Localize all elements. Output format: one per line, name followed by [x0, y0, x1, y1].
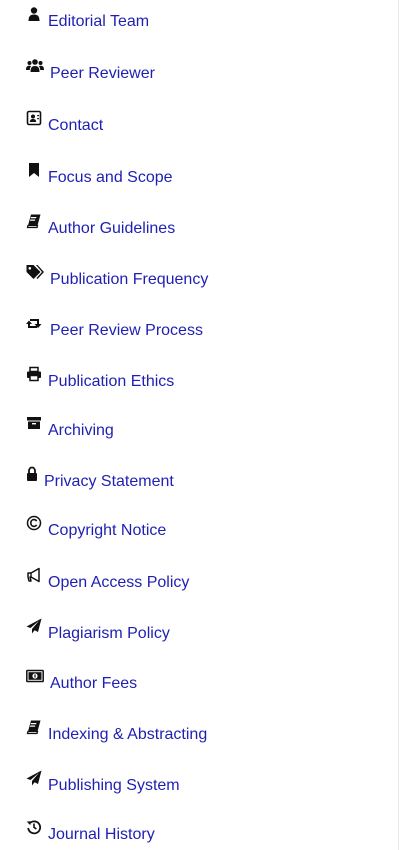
print-icon: [26, 366, 42, 382]
sidebar-divider: [398, 0, 399, 850]
book-icon: [26, 213, 42, 229]
menu-item-label: Journal History: [48, 826, 155, 843]
menu-item-label: Privacy Statement: [44, 473, 174, 490]
menu-item-label: Open Access Policy: [48, 574, 190, 591]
menu-item-label: Copyright Notice: [48, 522, 167, 539]
menu-item-label: Author Guidelines: [48, 220, 176, 237]
user-icon: [26, 6, 42, 22]
retweet-icon: [26, 315, 44, 331]
menu-item-label: Focus and Scope: [48, 169, 173, 186]
menu-item-label: Indexing & Abstracting: [48, 726, 208, 743]
menu-item-label: Peer Review Process: [50, 322, 203, 339]
lock-icon: [26, 466, 38, 482]
bookmark-icon: [26, 162, 42, 178]
copyright-icon: [26, 515, 42, 531]
menu-item-label: Publication Frequency: [50, 271, 209, 288]
tags-icon: [26, 264, 44, 280]
book-icon: [26, 719, 42, 735]
paper-plane-icon: [26, 770, 42, 786]
contact-card-icon: [26, 110, 42, 126]
menu-item-label: Contact: [48, 117, 104, 134]
bullhorn-icon: [26, 567, 42, 583]
menu-item-label: Publication Ethics: [48, 373, 175, 390]
money-bill-icon: [26, 668, 44, 684]
sidebar-menu: Editorial Team Peer Reviewer Contact Foc…: [0, 0, 398, 850]
menu-item-label: Archiving: [48, 422, 114, 439]
paper-plane-icon: [26, 618, 42, 634]
menu-item-label: Peer Reviewer: [50, 65, 155, 82]
menu-item-label: Editorial Team: [48, 13, 150, 30]
menu-item-label: Author Fees: [50, 675, 138, 692]
archive-icon: [26, 415, 42, 431]
history-icon: [26, 819, 42, 835]
users-icon: [26, 58, 44, 74]
menu-item-label: Publishing System: [48, 777, 180, 794]
menu-item-label: Plagiarism Policy: [48, 625, 170, 642]
